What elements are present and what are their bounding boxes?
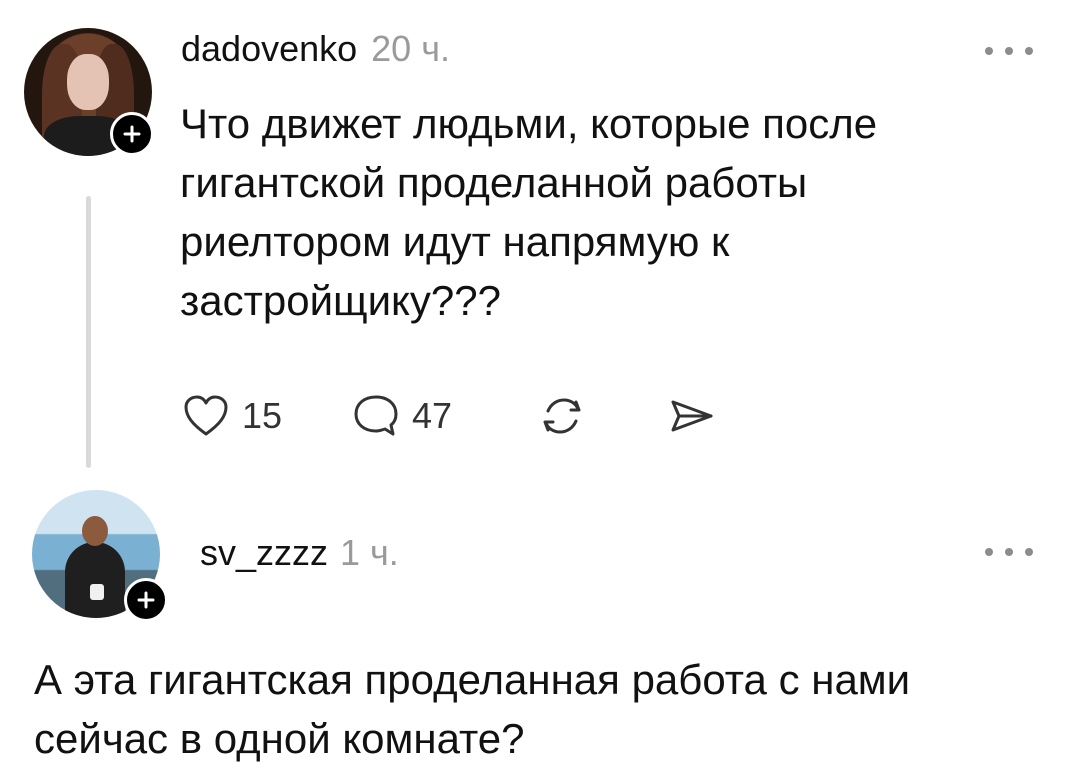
avatar-body bbox=[65, 542, 125, 618]
more-horizontal-icon bbox=[1005, 47, 1013, 55]
more-horizontal-icon bbox=[1025, 47, 1033, 55]
more-horizontal-icon bbox=[1005, 548, 1013, 556]
repost-icon bbox=[543, 398, 581, 434]
like-count: 15 bbox=[242, 395, 283, 436]
more-horizontal-icon bbox=[985, 47, 993, 55]
post-dadovenko: dadovenko 20 ч. Что движет людьми, котор… bbox=[0, 0, 1083, 470]
follow-button-sv-zzzz[interactable] bbox=[124, 578, 168, 622]
share-button[interactable] bbox=[665, 394, 735, 438]
share-icon bbox=[671, 400, 713, 432]
like-button[interactable]: 15 bbox=[182, 394, 352, 438]
more-options-button[interactable] bbox=[985, 41, 1033, 61]
reply-time: 1 ч. bbox=[340, 532, 399, 573]
follow-button-dadovenko[interactable] bbox=[110, 112, 154, 156]
post-actions: 15 47 bbox=[182, 390, 735, 442]
username[interactable]: sv_zzzz bbox=[200, 532, 328, 574]
repost-button[interactable] bbox=[537, 394, 665, 438]
more-horizontal-icon bbox=[1025, 548, 1033, 556]
heart-icon bbox=[184, 395, 228, 436]
avatar-head bbox=[82, 516, 108, 546]
comment-count: 47 bbox=[412, 395, 453, 436]
reply-text: А эта гигантская проделанная работа с на… bbox=[34, 656, 911, 762]
post-text: Что движет людьми, которые после гигантс… bbox=[180, 100, 878, 324]
more-options-button[interactable] bbox=[985, 542, 1033, 562]
thread-line bbox=[86, 196, 91, 468]
plus-icon bbox=[137, 591, 155, 609]
plus-icon bbox=[123, 125, 141, 143]
post-header: dadovenko 20 ч. bbox=[181, 28, 450, 70]
avatar-cup bbox=[90, 584, 104, 600]
username[interactable]: dadovenko bbox=[181, 28, 357, 70]
reply-header: sv_zzzz 1 ч. bbox=[200, 532, 399, 574]
more-horizontal-icon bbox=[985, 548, 993, 556]
avatar-face bbox=[67, 54, 109, 110]
comment-button[interactable]: 47 bbox=[352, 393, 537, 439]
post-time: 20 ч. bbox=[371, 28, 450, 69]
comment-icon bbox=[354, 395, 398, 436]
